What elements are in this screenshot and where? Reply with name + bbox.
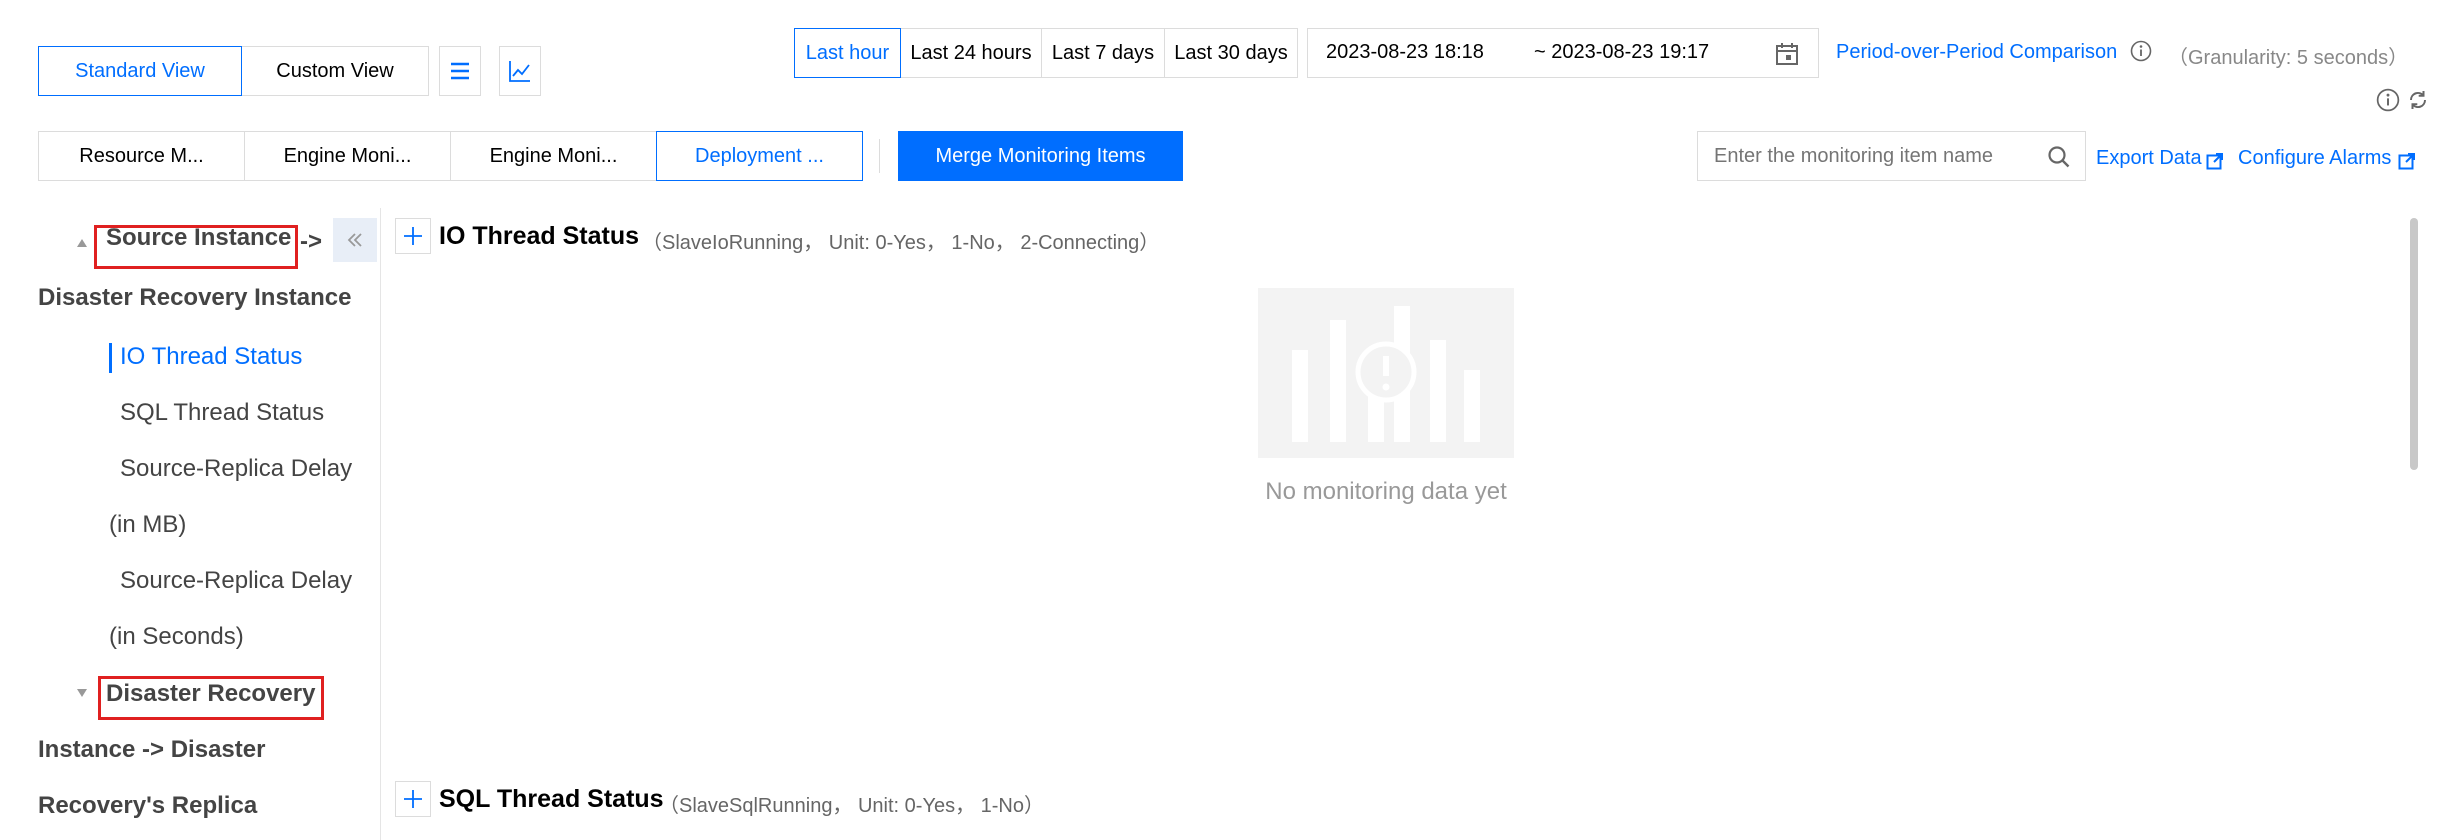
vertical-scrollbar-thumb[interactable] [2410, 218, 2418, 470]
tab-resource-monitoring[interactable]: Resource M... [38, 131, 245, 181]
period-comparison-link[interactable]: Period-over-Period Comparison [1836, 41, 2117, 64]
highlight-box [94, 225, 298, 269]
sidebar-item-delay-seconds-cont[interactable]: (in Seconds) [109, 623, 244, 651]
empty-state-illustration [1258, 288, 1514, 458]
collapse-sidebar-button[interactable] [333, 218, 377, 262]
empty-state-text: No monitoring data yet [1265, 478, 1507, 505]
time-range-last-30-days[interactable]: Last 30 days [1164, 28, 1298, 78]
tab-deployment-monitoring[interactable]: Deployment ... [656, 131, 863, 181]
time-range-last-7-days[interactable]: Last 7 days [1041, 28, 1165, 78]
info-icon[interactable] [2376, 88, 2400, 112]
sidebar-group-label: Disaster Recovery Instance [38, 284, 352, 311]
sidebar: Source Instance -> Disaster Recovery Ins… [0, 208, 380, 840]
plus-icon [404, 790, 422, 808]
standard-view-button[interactable]: Standard View [38, 46, 242, 96]
add-to-custom-view-button[interactable] [395, 218, 431, 254]
date-end: ~ 2023-08-23 19:17 [1534, 41, 1710, 63]
caret-down-icon[interactable] [76, 688, 88, 698]
sidebar-group-dr-to-replica[interactable]: Disaster Recovery [106, 680, 315, 708]
sidebar-item-io-thread-status[interactable]: IO Thread Status [120, 343, 302, 371]
external-link-icon [2398, 153, 2415, 170]
search-input[interactable] [1698, 132, 2038, 180]
caret-up-icon[interactable] [76, 238, 88, 248]
section-title-io-thread-status: IO Thread Status [439, 222, 640, 250]
line-chart-icon [509, 61, 530, 82]
search-icon[interactable] [2046, 144, 2072, 170]
sidebar-item-delay-mb[interactable]: Source-Replica Delay [120, 455, 352, 483]
list-view-button[interactable] [439, 46, 481, 96]
plus-icon [404, 227, 422, 245]
refresh-icon[interactable] [2406, 88, 2430, 112]
time-range-last-hour[interactable]: Last hour [794, 28, 901, 78]
configure-alarms-link[interactable]: Configure Alarms [2238, 147, 2391, 170]
sidebar-item-delay-mb-cont[interactable]: (in MB) [109, 511, 186, 539]
external-link-icon [2206, 153, 2223, 170]
calendar-icon [1776, 43, 1798, 65]
tab-engine-monitoring-1[interactable]: Engine Moni... [244, 131, 451, 181]
date-start: 2023-08-23 18:18 [1326, 41, 1484, 63]
chart-view-button[interactable] [499, 46, 541, 96]
add-to-custom-view-button[interactable] [395, 781, 431, 817]
sidebar-item-sql-thread-status[interactable]: SQL Thread Status [120, 399, 324, 427]
sidebar-group-arrow: -> [300, 228, 323, 255]
date-range-picker[interactable]: 2023-08-23 18:18 ~ 2023-08-23 19:17 [1307, 28, 1819, 78]
export-data-link[interactable]: Export Data [2096, 147, 2202, 170]
sidebar-group-label: Recovery's Replica [38, 792, 258, 819]
tab-engine-monitoring-2[interactable]: Engine Moni... [450, 131, 657, 181]
info-icon[interactable] [2130, 40, 2152, 62]
sidebar-divider [380, 208, 381, 840]
double-chevron-left-icon [347, 233, 362, 247]
merge-monitoring-items-button[interactable]: Merge Monitoring Items [898, 131, 1183, 181]
granularity-label: （Granularity: 5 seconds） [2168, 47, 2409, 69]
list-icon [451, 62, 469, 80]
section-title-sql-thread-status: SQL Thread Status [439, 785, 664, 813]
divider [879, 139, 880, 173]
sidebar-item-delay-seconds[interactable]: Source-Replica Delay [120, 567, 352, 595]
sidebar-group-label: Instance -> Disaster [38, 736, 266, 763]
time-range-last-24-hours[interactable]: Last 24 hours [900, 28, 1042, 78]
section-description: （SlaveIoRunning， Unit: 0-Yes， 1-No， 2-Co… [642, 232, 1160, 254]
search-box [1697, 131, 2086, 181]
no-data-chart-icon [1292, 306, 1480, 442]
section-description: （SlaveSqlRunning， Unit: 0-Yes， 1-No） [659, 795, 1044, 817]
active-indicator [109, 343, 112, 373]
custom-view-button[interactable]: Custom View [241, 46, 429, 96]
